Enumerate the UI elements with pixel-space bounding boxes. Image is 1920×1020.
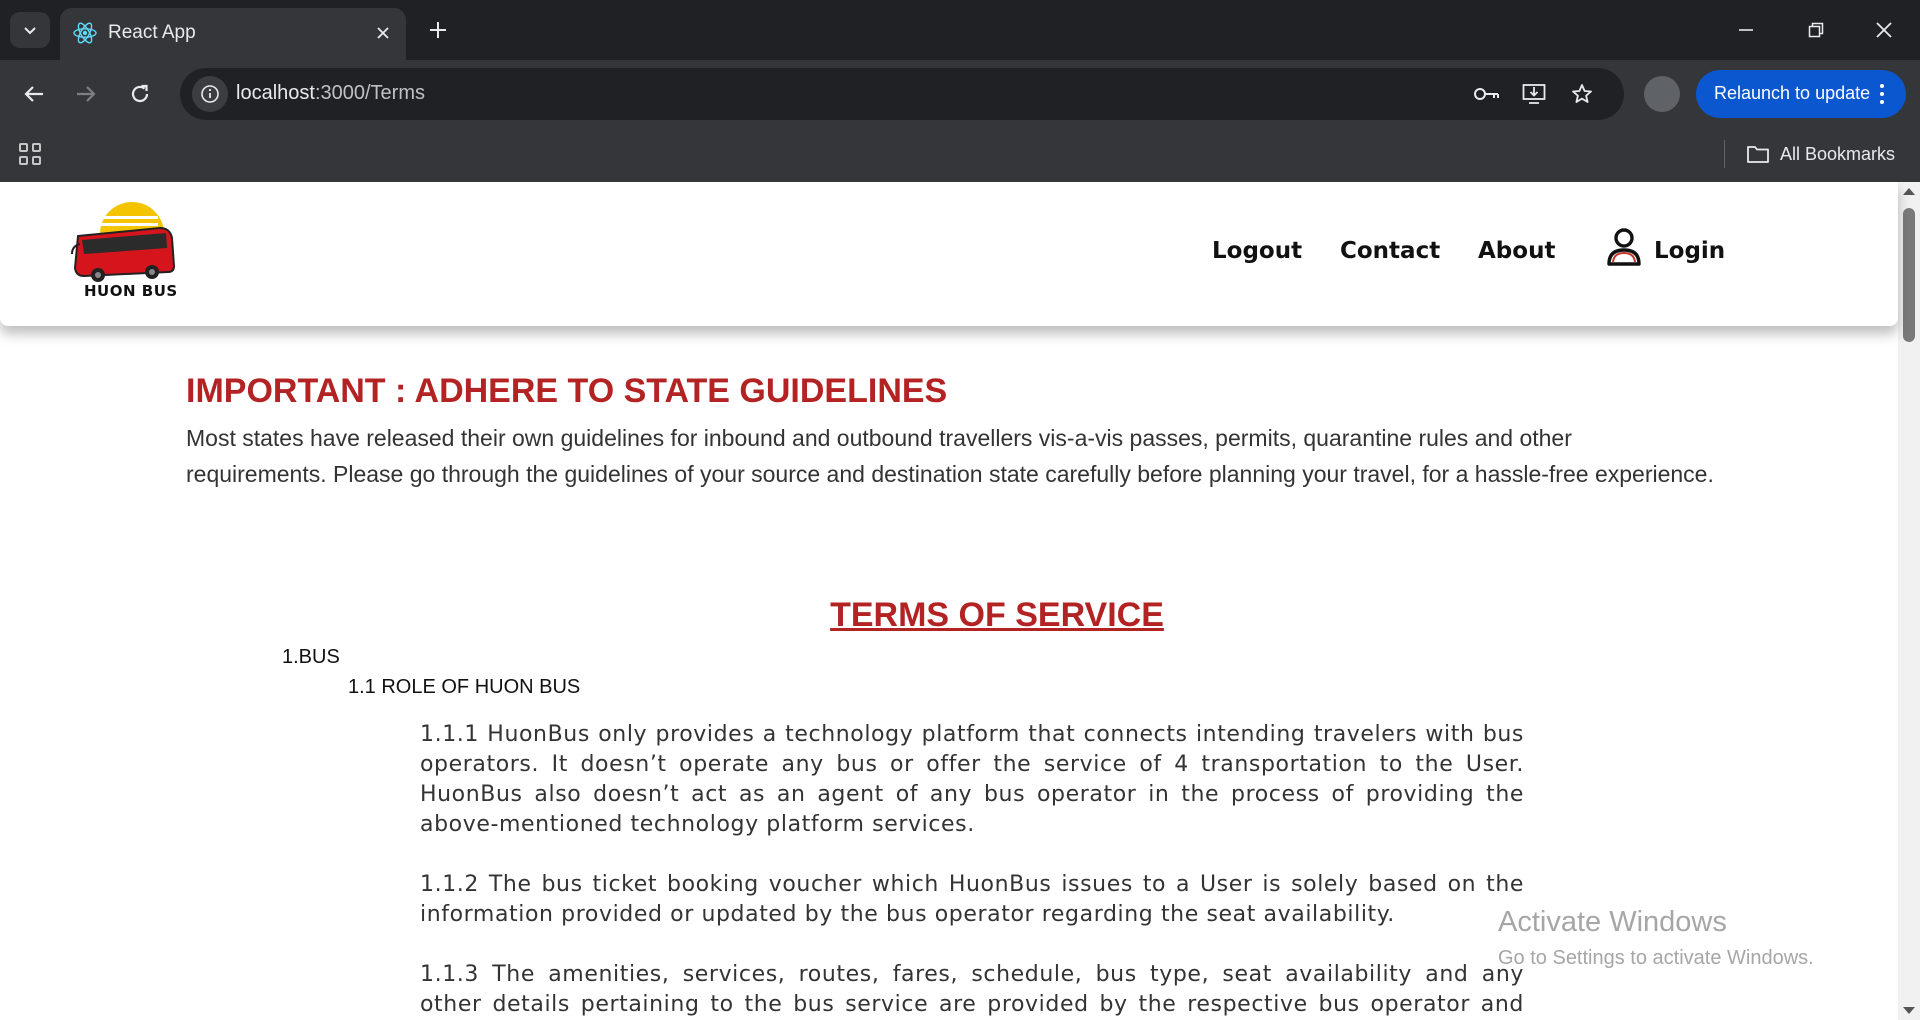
relaunch-button[interactable]: Relaunch to update (1696, 70, 1906, 118)
star-icon (1572, 84, 1592, 103)
nav-logout[interactable]: Logout (1212, 238, 1302, 264)
tab-close-button[interactable] (370, 20, 396, 46)
info-icon (201, 85, 219, 103)
bookmarks-divider (1724, 140, 1725, 168)
logo-text: HUON BUS (84, 282, 178, 300)
url-host: localhost (236, 82, 315, 104)
new-tab-button[interactable] (422, 14, 454, 46)
chevron-down-icon (24, 27, 36, 35)
bookmarks-bar: All Bookmarks (0, 128, 1920, 182)
close-icon (1876, 22, 1892, 38)
browser-toolbar: localhost:3000/Terms Relaunch to update (0, 60, 1920, 128)
plus-icon (430, 22, 446, 38)
site-info-button[interactable] (192, 76, 228, 112)
key-icon (1474, 88, 1499, 100)
address-bar[interactable]: localhost:3000/Terms (180, 68, 1624, 120)
site-header: HUON BUS Logout Contact About Login (0, 182, 1898, 326)
terms-title: TERMS OF SERVICE (830, 596, 1164, 634)
notice-title: IMPORTANT : ADHERE TO STATE GUIDELINES (186, 372, 948, 410)
minimize-button[interactable] (1726, 10, 1766, 50)
clause-1-1-1: 1.1.1 HuonBus only provides a technology… (420, 722, 1524, 837)
react-icon (73, 22, 97, 44)
page-scrollbar[interactable] (1898, 182, 1920, 1020)
password-key-button[interactable] (1470, 78, 1502, 110)
clause-1-1-3: 1.1.3 The amenities, services, routes, f… (420, 962, 1524, 1017)
back-button[interactable] (14, 74, 54, 114)
browser-tab[interactable]: React App (60, 8, 406, 60)
browser-tab-bar: React App (0, 0, 1920, 60)
restore-icon (1808, 22, 1824, 38)
minimize-icon (1739, 29, 1753, 31)
watermark-title: Activate Windows (1498, 906, 1727, 938)
section-heading: 1.BUS (282, 646, 340, 668)
nav-about[interactable]: About (1478, 238, 1555, 264)
all-bookmarks-label: All Bookmarks (1780, 143, 1896, 164)
nav-contact[interactable]: Contact (1340, 238, 1440, 264)
notice-body: Most states have released their own guid… (186, 425, 1714, 487)
nav-login[interactable]: Login (1654, 238, 1725, 264)
relaunch-label: Relaunch to update (1714, 83, 1871, 103)
bus-logo-icon (71, 201, 176, 282)
arrow-right-icon (77, 86, 96, 102)
url-text[interactable]: localhost:3000/Terms (236, 82, 425, 105)
folder-icon (1747, 146, 1769, 163)
restore-button[interactable] (1796, 10, 1836, 50)
tab-search-button[interactable] (10, 12, 50, 48)
window-close-button[interactable] (1864, 10, 1904, 50)
install-app-button[interactable] (1518, 78, 1550, 110)
windows-activation-watermark: Activate Windows Go to Settings to activ… (1498, 906, 1814, 970)
all-bookmarks-button[interactable]: All Bookmarks (1746, 138, 1895, 170)
bookmark-star-button[interactable] (1566, 78, 1598, 110)
arrow-left-icon (24, 86, 43, 102)
profile-avatar[interactable] (1644, 76, 1680, 112)
scroll-thumb[interactable] (1903, 208, 1915, 342)
page-viewport: HUON BUS Logout Contact About Login IMPO… (0, 182, 1920, 1020)
close-icon (377, 27, 389, 39)
reload-button[interactable] (120, 74, 160, 114)
install-icon (1522, 84, 1546, 104)
site-logo[interactable]: HUON BUS (70, 196, 180, 308)
scroll-up-arrow-icon[interactable] (1903, 188, 1915, 195)
watermark-subtitle: Go to Settings to activate Windows. (1498, 947, 1814, 969)
url-path: :3000/Terms (314, 82, 425, 104)
user-icon[interactable] (1606, 226, 1642, 266)
reload-icon (131, 84, 149, 103)
apps-grid-icon[interactable] (16, 140, 44, 168)
scroll-down-arrow-icon[interactable] (1903, 1007, 1915, 1014)
forward-button[interactable] (66, 74, 106, 114)
tab-title: React App (108, 22, 196, 43)
kebab-menu-icon[interactable] (1870, 80, 1894, 108)
subsection-heading: 1.1 ROLE OF HUON BUS (348, 676, 581, 698)
clause-1-1-2: 1.1.2 The bus ticket booking voucher whi… (420, 872, 1524, 927)
